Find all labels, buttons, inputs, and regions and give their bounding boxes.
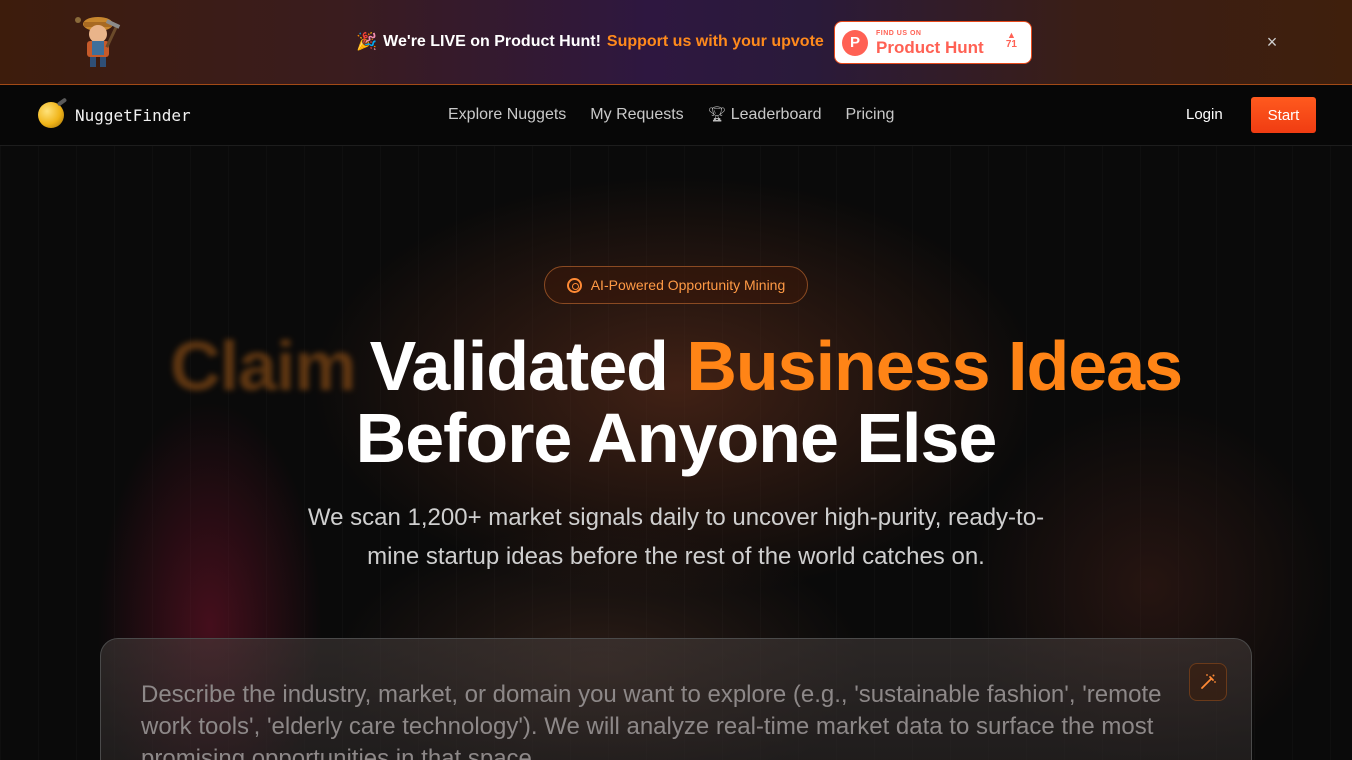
pill-label: AI-Powered Opportunity Mining (590, 277, 786, 293)
product-hunt-vote-count: 71 (1005, 39, 1017, 50)
headline-ghost-word: Claim (169, 327, 357, 405)
banner-live-text: We're LIVE on Product Hunt! (383, 33, 601, 50)
nav-links: Explore Nuggets My Requests 🏆︎ Leaderboar… (448, 105, 894, 124)
prompt-input-placeholder[interactable]: Describe the industry, market, or domain… (141, 679, 1191, 760)
headline-line-2: Before Anyone Else (355, 399, 998, 477)
nav-link-my-requests[interactable]: My Requests (590, 106, 683, 124)
trophy-icon: 🏆︎ (707, 106, 727, 123)
party-popper-icon: 🎉 (356, 32, 378, 51)
product-hunt-logo-icon: P (842, 29, 868, 56)
product-hunt-votes: ▲ 71 (1006, 31, 1017, 50)
banner-close-icon[interactable]: × (1262, 32, 1282, 52)
target-icon (566, 277, 582, 293)
start-button[interactable]: Start (1251, 97, 1316, 133)
top-navigation: NuggetFinder Explore Nuggets My Requests… (0, 85, 1352, 146)
miner-mascot-icon (75, 17, 121, 67)
headline-accent-words: Business Ideas (686, 327, 1183, 405)
ai-powered-pill: AI-Powered Opportunity Mining (544, 266, 808, 304)
gold-nugget-icon (38, 102, 64, 128)
nav-link-pricing[interactable]: Pricing (845, 106, 894, 124)
banner-cta-link[interactable]: Support us with your upvote (607, 33, 824, 51)
product-hunt-badge[interactable]: P FIND US ON Product Hunt ▲ 71 (834, 21, 1032, 64)
brand-logo[interactable]: NuggetFinder (38, 102, 191, 128)
magic-wand-button[interactable] (1189, 663, 1227, 701)
hero-subcopy: We scan 1,200+ market signals daily to u… (307, 504, 1045, 570)
product-hunt-name: Product Hunt (876, 37, 984, 57)
headline-white-word: Validated (369, 327, 669, 405)
announcement-banner: 🎉 We're LIVE on Product Hunt! Support us… (0, 0, 1352, 85)
nav-link-leaderboard[interactable]: 🏆︎ Leaderboard (708, 105, 822, 124)
magic-wand-icon (1201, 674, 1216, 689)
idea-prompt-box[interactable]: Describe the industry, market, or domain… (100, 638, 1252, 760)
product-hunt-find-label: FIND US ON (876, 29, 922, 37)
banner-message: 🎉 We're LIVE on Product Hunt! Support us… (356, 31, 824, 53)
nav-link-explore-nuggets[interactable]: Explore Nuggets (448, 106, 566, 124)
brand-name: NuggetFinder (75, 105, 191, 125)
hero-section: AI-Powered Opportunity Mining Claim Valid… (0, 146, 1352, 760)
login-link[interactable]: Login (1186, 106, 1223, 123)
headline-line-1: Claim Validated Business Ideas (0, 326, 1352, 406)
leaderboard-label: Leaderboard (730, 106, 822, 123)
